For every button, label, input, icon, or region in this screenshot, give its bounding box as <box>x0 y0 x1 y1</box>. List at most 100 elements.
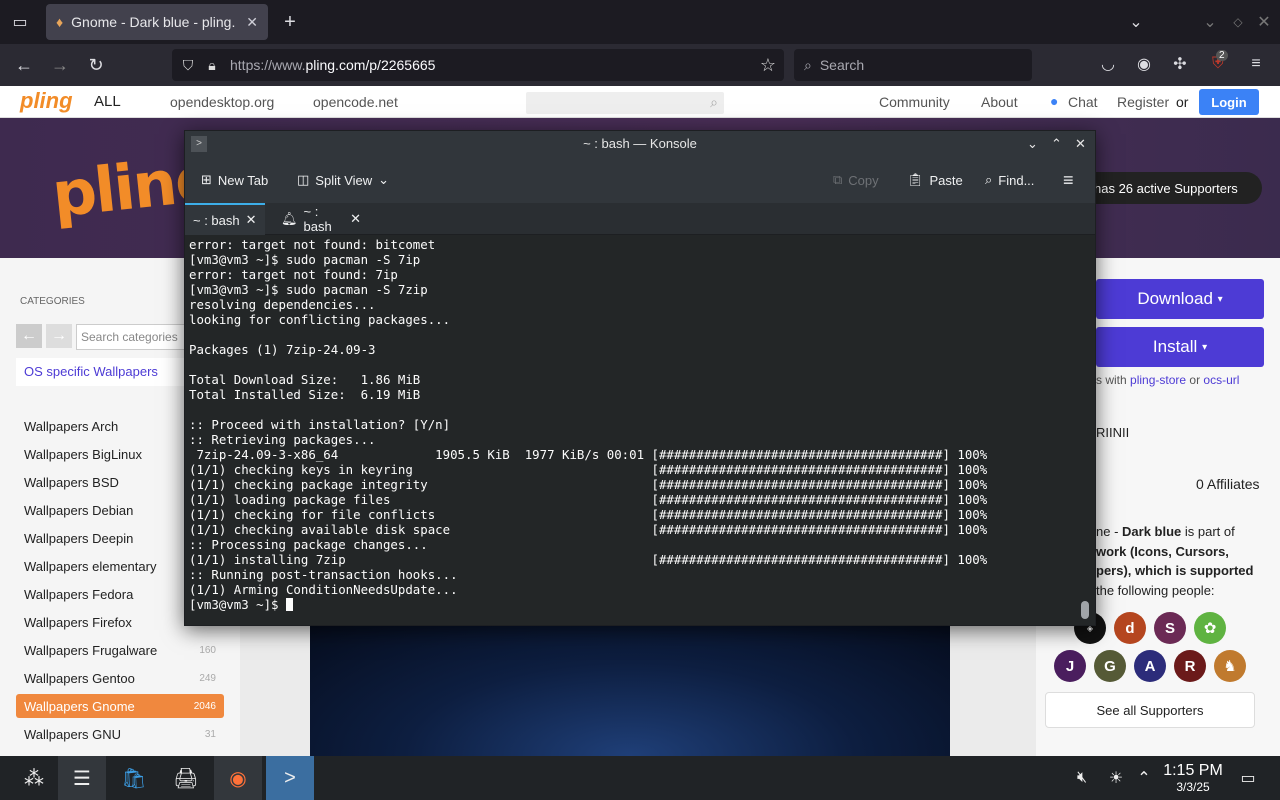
opencode-link[interactable]: opencode.net <box>313 94 398 110</box>
browser-tab-active[interactable]: ♦ Gnome - Dark blue - pling. ✕ <box>46 4 268 40</box>
category-item[interactable]: Wallpapers Gentoo 249 <box>16 666 224 690</box>
terminal-line: [vm3@vm3 ~]$ <box>189 597 1091 612</box>
konsole-app-icon[interactable]: > <box>191 136 207 152</box>
install-button[interactable]: Install ▾ <box>1096 327 1264 367</box>
terminal-line-text: [vm3@vm3 ~]$ <box>189 597 286 612</box>
discover-store-icon[interactable]: 🛍︎ <box>110 756 158 800</box>
menu-icon[interactable]: ≡ <box>1242 50 1270 78</box>
terminal-line-text: Total Download Size: 1.86 MiB <box>189 372 421 387</box>
avatar-s[interactable]: S <box>1154 612 1186 644</box>
new-tab-button[interactable]: ⊞ New Tab <box>201 157 268 203</box>
see-all-supporters-button[interactable]: See all Supporters <box>1045 692 1255 728</box>
register-link[interactable]: Register <box>1117 94 1169 110</box>
konsole-taskbar-icon[interactable]: > <box>266 756 314 800</box>
avatar-r[interactable]: R <box>1174 650 1206 682</box>
site-search-input[interactable]: ⌕ <box>526 92 724 114</box>
avatar-j[interactable]: J <box>1054 650 1086 682</box>
terminal-line-text: (1/1) loading package files [###########… <box>189 492 988 507</box>
install-hint: s with pling-store or ocs-url <box>1096 373 1239 387</box>
pling-small-logo[interactable]: pling <box>20 88 73 114</box>
find-button[interactable]: ⌕ Find... <box>985 157 1034 203</box>
supporters-pill[interactable]: has 26 active Supporters <box>1080 172 1262 204</box>
tray-expand-icon[interactable]: ⌃ <box>1124 756 1164 800</box>
konsole-tab-2[interactable]: 🔔︎ ~ : bash ✕ <box>273 203 369 235</box>
app-launcher-icon[interactable]: ⁂ <box>10 756 58 800</box>
with-text: s with <box>1096 373 1127 387</box>
system-settings-icon[interactable]: ☰ <box>58 756 106 800</box>
category-label: Wallpapers BigLinux <box>24 446 143 462</box>
wallpaper-preview-image[interactable] <box>310 624 950 756</box>
extensions-icon[interactable]: ✣ <box>1166 50 1194 78</box>
konsole-tab-1-label: ~ : bash <box>193 212 240 228</box>
terminal-line: (1/1) checking for file conflicts [#####… <box>189 507 1091 522</box>
os-specific-link[interactable]: OS specific Wallpapers <box>16 358 186 386</box>
or-text: or <box>1176 94 1189 110</box>
search-bar[interactable]: ⌕ Search <box>794 49 1032 81</box>
terminal-line-text: (1/1) checking package integrity [######… <box>189 477 988 492</box>
community-menu[interactable]: Community <box>879 94 950 110</box>
terminal-line: 7zip-24.09-3-x86_64 1905.5 KiB 1977 KiB/… <box>189 447 1091 462</box>
clock-time: 1:15 PM <box>1163 762 1223 779</box>
affiliates-count[interactable]: 0 Affiliates <box>1196 476 1260 492</box>
category-item[interactable]: Wallpapers GNU 31 <box>16 722 224 746</box>
minimize-window-icon[interactable]: ⌄ <box>1196 8 1224 36</box>
category-item[interactable]: Wallpapers Gnome 2046 <box>16 694 224 718</box>
copy-button[interactable]: ⧉ Copy <box>833 157 879 203</box>
avatar-d[interactable]: d <box>1114 612 1146 644</box>
back-icon[interactable]: ← <box>10 51 38 79</box>
pocket-icon[interactable]: ◡ <box>1094 50 1122 78</box>
hamburger-menu-icon[interactable]: ≡ <box>1063 157 1074 203</box>
site-search-icon: ⌕ <box>710 94 718 110</box>
konsole-titlebar[interactable]: > ~ : bash — Konsole ⌄ ⌃ ✕ <box>185 131 1095 157</box>
opendesktop-link[interactable]: opendesktop.org <box>170 94 274 110</box>
list-tabs-icon[interactable]: ⌄ <box>1122 8 1150 36</box>
terminal-output[interactable]: error: target not found: bitcomet [vm3@vm… <box>185 235 1095 625</box>
konsole-close-icon[interactable]: ✕ <box>1075 131 1086 157</box>
konsole-maximize-icon[interactable]: ⌃ <box>1051 131 1062 157</box>
split-view-button[interactable]: ◫ Split View ⌄ <box>297 157 389 203</box>
download-button[interactable]: Download ▾ <box>1096 279 1264 319</box>
url-bar[interactable]: ⛉ 🔒︎ https://www. pling.com/p/2265665 ☆ <box>172 49 784 81</box>
terminal-line: :: Retrieving packages... <box>189 432 1091 447</box>
login-button[interactable]: Login <box>1199 89 1259 115</box>
search-categories-input[interactable]: Search categories <box>76 324 186 350</box>
shield-icon[interactable]: ⛉ <box>178 57 198 74</box>
terminal-line: (1/1) loading package files [###########… <box>189 492 1091 507</box>
forward-icon[interactable]: → <box>46 51 74 79</box>
close-tab-icon[interactable]: ✕ <box>246 14 258 31</box>
clock[interactable]: 1:15 PM 3/3/25 <box>1160 762 1226 794</box>
terminal-line: Total Download Size: 1.86 MiB <box>189 372 1091 387</box>
avatar-photo[interactable]: ♞ <box>1214 650 1246 682</box>
konsole-tab-1[interactable]: ~ : bash ✕ <box>185 203 265 235</box>
user-name[interactable]: RIINII <box>1096 425 1129 440</box>
lock-icon[interactable]: 🔒︎ <box>202 57 222 74</box>
category-item[interactable]: Wallpapers Frugalware 160 <box>16 638 224 662</box>
bookmark-star-icon[interactable]: ☆ <box>760 55 776 76</box>
avatar-lizard[interactable]: ✿ <box>1194 612 1226 644</box>
tab-overview-icon[interactable]: ▭ <box>6 8 34 36</box>
avatar-a[interactable]: A <box>1134 650 1166 682</box>
maximize-window-icon[interactable]: ◇ <box>1224 8 1252 36</box>
new-tab-icon[interactable]: + <box>276 8 304 36</box>
ocs-url-link[interactable]: ocs-url <box>1203 373 1239 387</box>
firefox-icon[interactable]: ◉ <box>214 756 262 800</box>
account-icon[interactable]: ◉ <box>1130 50 1158 78</box>
konsole-tab-2-label: ~ : bash <box>303 204 332 234</box>
paste-button[interactable]: 📋︎ Paste <box>907 157 963 203</box>
terminal-scrollbar[interactable] <box>1081 601 1089 619</box>
category-forward-button[interactable]: → <box>46 324 72 348</box>
show-desktop-icon[interactable]: ▭ <box>1228 756 1268 800</box>
pling-store-link[interactable]: pling-store <box>1130 373 1186 387</box>
file-manager-icon[interactable]: 🖨︎ <box>162 756 210 800</box>
reload-icon[interactable]: ↻ <box>82 51 110 79</box>
all-dropdown[interactable]: ALL <box>94 93 121 110</box>
close-window-icon[interactable]: ✕ <box>1250 8 1278 36</box>
about-menu[interactable]: About <box>981 94 1018 110</box>
konsole-tab-2-close-icon[interactable]: ✕ <box>350 211 361 227</box>
chat-link[interactable]: Chat <box>1068 94 1098 110</box>
install-caret-icon: ▾ <box>1202 341 1208 353</box>
category-back-button[interactable]: ← <box>16 324 42 348</box>
konsole-tab-1-close-icon[interactable]: ✕ <box>246 212 257 228</box>
konsole-minimize-icon[interactable]: ⌄ <box>1027 131 1038 157</box>
avatar-g[interactable]: G <box>1094 650 1126 682</box>
